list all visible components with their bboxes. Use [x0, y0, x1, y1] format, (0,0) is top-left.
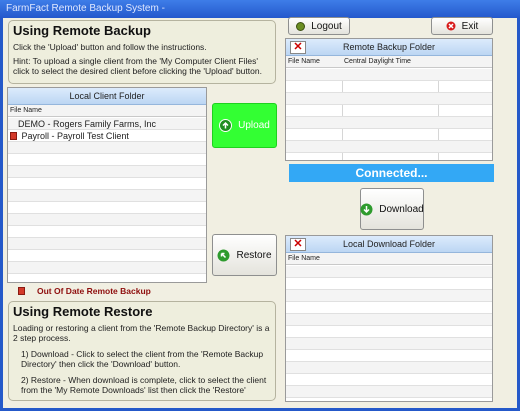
empty-row — [8, 154, 206, 166]
empty-row — [8, 262, 206, 274]
empty-row — [286, 386, 492, 398]
remote-time-header: Central Daylight Time — [344, 58, 411, 65]
remote-folder-header: ✕ Remote Backup Folder — [286, 39, 492, 56]
restore-button[interactable]: Restore — [212, 234, 277, 276]
download-file-name-header: File Name — [288, 255, 320, 262]
empty-row — [286, 374, 492, 386]
window-title: FarmFact Remote Backup System - — [0, 0, 520, 18]
download-button[interactable]: Download — [360, 188, 424, 230]
exit-label: Exit — [461, 20, 479, 32]
empty-row — [286, 141, 492, 153]
list-item[interactable]: Payroll - Payroll Test Client — [8, 130, 206, 142]
empty-row — [286, 314, 492, 326]
logout-button[interactable]: Logout — [288, 17, 350, 35]
empty-row — [286, 69, 492, 81]
restore-help-step2: 2) Restore - When download is complete, … — [21, 375, 267, 395]
empty-row — [286, 129, 492, 141]
app-window: FarmFact Remote Backup System - Using Re… — [0, 0, 520, 411]
local-client-folder: Local Client Folder File Name DEMO - Rog… — [7, 87, 207, 283]
empty-row — [286, 93, 492, 105]
empty-row — [286, 362, 492, 374]
restore-label: Restore — [236, 249, 272, 261]
restore-help-step1: 1) Download - Click to select the client… — [21, 349, 264, 369]
download-folder-title: Local Download Folder — [342, 239, 436, 249]
exit-button[interactable]: Exit — [431, 17, 493, 35]
client-area: Using Remote Backup Click the 'Upload' b… — [3, 17, 517, 408]
empty-row — [286, 117, 492, 129]
empty-row — [8, 190, 206, 202]
remove-download-button[interactable]: ✕ — [290, 238, 306, 251]
empty-row — [8, 250, 206, 262]
upload-label: Upload — [238, 120, 270, 131]
download-label: Download — [379, 203, 424, 215]
local-client-list: DEMO - Rogers Family Farms, Inc Payroll … — [8, 118, 206, 282]
empty-row — [8, 214, 206, 226]
empty-row — [8, 142, 206, 154]
empty-row — [286, 278, 492, 290]
empty-row — [8, 166, 206, 178]
backup-help-title: Using Remote Backup — [13, 23, 151, 38]
empty-row — [286, 81, 492, 93]
upload-button[interactable]: Upload — [212, 103, 277, 148]
download-icon — [360, 203, 373, 216]
restore-help-title: Using Remote Restore — [13, 304, 153, 319]
remove-remote-button[interactable]: ✕ — [290, 41, 306, 54]
empty-row — [286, 350, 492, 362]
remote-backup-list — [286, 69, 492, 160]
empty-row — [286, 302, 492, 314]
empty-row — [286, 266, 492, 278]
empty-row — [286, 290, 492, 302]
empty-row — [286, 338, 492, 350]
restore-icon — [217, 249, 230, 262]
backup-help-panel: Using Remote Backup Click the 'Upload' b… — [8, 20, 276, 84]
restore-help-intro: Loading or restoring a client from the '… — [13, 323, 270, 343]
local-download-folder: ✕ Local Download Folder File Name — [285, 235, 493, 402]
remote-backup-folder: ✕ Remote Backup Folder File Name Central… — [285, 38, 493, 161]
upload-icon — [219, 119, 233, 132]
empty-row — [286, 326, 492, 338]
download-folder-header: ✕ Local Download Folder — [286, 236, 492, 253]
empty-row — [8, 226, 206, 238]
out-of-date-legend-icon — [18, 287, 25, 295]
empty-row — [8, 238, 206, 250]
remote-file-name-header: File Name — [288, 58, 320, 65]
empty-row — [286, 105, 492, 117]
out-of-date-legend-label: Out Of Date Remote Backup — [37, 286, 151, 296]
out-of-date-icon — [10, 132, 17, 140]
empty-row — [8, 178, 206, 190]
remote-column-headers: File Name Central Daylight Time — [286, 56, 492, 68]
local-file-name-header: File Name — [8, 105, 206, 117]
backup-help-line1: Click the 'Upload' button and follow the… — [13, 42, 207, 52]
backup-help-hint: Hint: To upload a single client from the… — [13, 56, 262, 76]
local-client-folder-title: Local Client Folder — [8, 88, 206, 105]
list-item[interactable]: DEMO - Rogers Family Farms, Inc — [8, 118, 206, 130]
download-column-headers: File Name — [286, 253, 492, 265]
remote-folder-title: Remote Backup Folder — [342, 42, 436, 52]
download-list — [286, 266, 492, 401]
empty-row — [8, 202, 206, 214]
exit-icon — [446, 21, 456, 31]
out-of-date-legend: Out Of Date Remote Backup — [18, 286, 151, 296]
logout-icon — [296, 21, 306, 31]
connection-status: Connected... — [289, 164, 494, 182]
logout-label: Logout — [311, 20, 342, 32]
restore-help-panel: Using Remote Restore Loading or restorin… — [8, 301, 276, 401]
